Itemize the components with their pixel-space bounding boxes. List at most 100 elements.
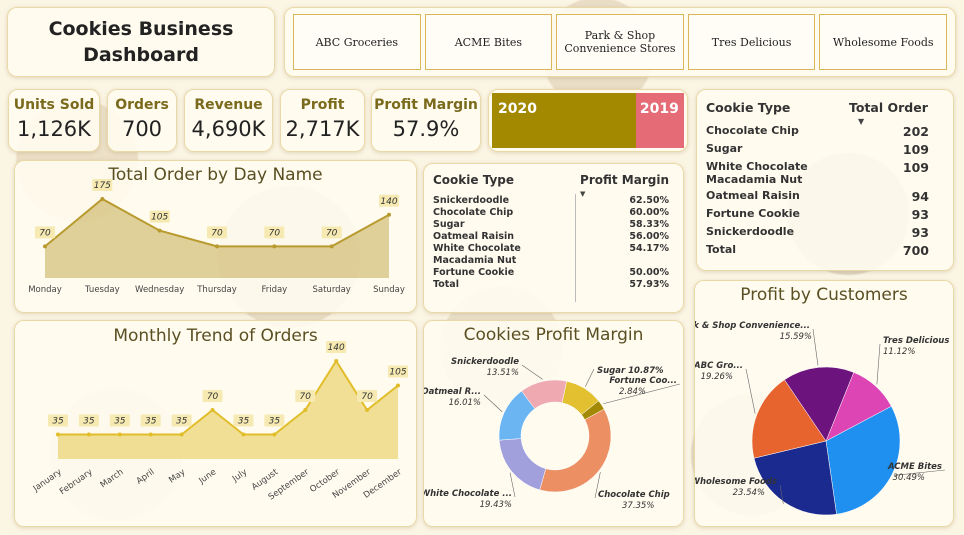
slice-label: Wholesome Foods23.54%: [695, 477, 777, 498]
order-row[interactable]: White Chocolate Macadamia Nut 109: [706, 159, 929, 188]
customer-button-wholesome-foods[interactable]: Wholesome Foods: [819, 14, 947, 70]
cookie-type-cell: Chocolate Chip: [706, 124, 799, 137]
pie-slice[interactable]: [498, 438, 547, 491]
margin-row[interactable]: Oatmeal Raisin 56.00%: [433, 231, 669, 243]
data-label: 105: [149, 210, 170, 223]
year-button-2019[interactable]: 2019: [635, 93, 684, 148]
order-row[interactable]: Chocolate Chip 202: [706, 123, 929, 141]
leader-line: [812, 328, 819, 366]
kpi-label: Units Sold: [13, 96, 95, 113]
svg-text:70: 70: [269, 228, 281, 238]
svg-text:Sugar 10.87%: Sugar 10.87%: [597, 366, 664, 376]
slice-label: ACME Bites30.49%: [887, 462, 942, 483]
data-point[interactable]: [387, 212, 391, 217]
svg-text:Chocolate Chip: Chocolate Chip: [598, 490, 670, 500]
value-cell: 94: [911, 189, 929, 204]
svg-text:Tres Delicious: Tres Delicious: [883, 336, 949, 346]
data-point[interactable]: [303, 408, 308, 412]
data-point[interactable]: [100, 197, 105, 201]
order-row[interactable]: Fortune Cookie 93: [706, 206, 929, 224]
year-label: 2019: [639, 101, 679, 117]
x-tick-label: July: [230, 467, 249, 485]
customer-slicer: ABC Groceries ACME Bites Park & Shop Con…: [284, 7, 956, 77]
kpi-label: Profit: [300, 96, 345, 113]
svg-text:70: 70: [361, 392, 373, 402]
total-order-table: Cookie Type Total Order Chocolate Chip 20…: [696, 89, 954, 271]
cookie-type-cell: Snickerdoodle: [706, 225, 795, 238]
order-row[interactable]: Snickerdoodle 93: [706, 224, 929, 242]
data-point[interactable]: [396, 383, 400, 388]
order-row[interactable]: Oatmeal Raisin 94: [706, 188, 929, 206]
column-header-profit-margin[interactable]: Profit Margin: [574, 173, 669, 195]
svg-text:70: 70: [326, 228, 338, 238]
customer-button-acme-bites[interactable]: ACME Bites: [424, 14, 553, 70]
slice-label: Chocolate Chip37.35%: [598, 490, 670, 511]
data-point[interactable]: [365, 408, 370, 412]
data-point[interactable]: [86, 432, 91, 437]
day-chart-card: Total Order by Day Name 70 Monday 175 Tuesd…: [14, 160, 417, 313]
customer-button-park-shop[interactable]: Park & Shop Convenience Stores: [556, 14, 684, 70]
data-label: 35: [140, 414, 161, 427]
kpi-label: Profit Margin: [374, 96, 478, 113]
svg-text:175: 175: [94, 181, 111, 191]
data-point[interactable]: [148, 432, 153, 437]
margin-row[interactable]: White Chocolate Macadamia Nut 54.17%: [433, 243, 669, 267]
svg-text:105: 105: [389, 368, 406, 378]
value-cell: 58.33%: [629, 219, 669, 230]
svg-text:35: 35: [269, 417, 281, 427]
data-label: 35: [48, 414, 68, 427]
data-point[interactable]: [43, 244, 47, 249]
day-order-chart: 70 Monday 175 Tuesday 105 Wednesday 70 Thursday…: [28, 179, 405, 295]
leader-line: [745, 368, 756, 414]
svg-text:Park & Shop Convenience...: Park & Shop Convenience...: [695, 321, 810, 331]
order-row[interactable]: Total 700: [706, 242, 929, 260]
data-point[interactable]: [272, 432, 277, 437]
value-cell: 93: [911, 207, 929, 222]
data-point[interactable]: [272, 244, 277, 249]
pie-slice[interactable]: [539, 408, 612, 493]
svg-text:35: 35: [238, 417, 250, 427]
margin-row[interactable]: Chocolate Chip 60.00%: [433, 207, 669, 219]
data-label: 35: [78, 414, 99, 427]
data-label: 70: [295, 390, 316, 402]
customer-button-abc-groceries[interactable]: ABC Groceries: [293, 14, 421, 70]
sort-arrow-icon[interactable]: ▼: [858, 117, 864, 126]
margin-row[interactable]: Sugar 58.33%: [433, 219, 669, 231]
data-point[interactable]: [210, 408, 215, 412]
x-tick-label: Tuesday: [84, 285, 120, 295]
data-point[interactable]: [334, 359, 339, 363]
x-tick-label: February: [58, 467, 95, 497]
customer-button-tres-delicious[interactable]: Tres Delicious: [687, 14, 816, 70]
svg-text:16.01%: 16.01%: [449, 398, 481, 408]
svg-text:Fortune Coo...: Fortune Coo...: [609, 376, 677, 386]
data-label: 105: [388, 365, 408, 378]
data-point[interactable]: [241, 432, 246, 437]
svg-text:35: 35: [83, 417, 95, 427]
svg-text:35: 35: [145, 417, 157, 427]
year-button-2020[interactable]: 2020: [492, 93, 636, 148]
order-row[interactable]: Sugar 109: [706, 141, 929, 159]
kpi-label: Orders: [115, 96, 169, 113]
svg-text:37.35%: 37.35%: [622, 501, 654, 511]
order-table: Cookie Type Total Order Chocolate Chip 20…: [706, 100, 929, 260]
value-cell: 62.50%: [629, 195, 669, 206]
margin-row[interactable]: Snickerdoodle 62.50%: [433, 195, 669, 207]
data-point[interactable]: [329, 244, 334, 249]
cookie-type-cell: Oatmeal Raisin: [433, 231, 515, 242]
value-cell: 109: [902, 160, 929, 175]
svg-text:70: 70: [207, 392, 219, 402]
margin-row[interactable]: Total 57.93%: [433, 279, 669, 291]
data-point[interactable]: [179, 432, 184, 437]
data-point[interactable]: [56, 432, 60, 437]
svg-text:White Chocolate ...: White Chocolate ...: [424, 489, 512, 499]
x-tick-label: May: [167, 467, 187, 485]
kpi-revenue: Revenue 4,690K: [184, 89, 273, 152]
cookie-type-cell: White Chocolate Macadamia Nut: [706, 160, 808, 186]
data-point[interactable]: [117, 432, 122, 437]
column-header-cookie-type[interactable]: Cookie Type: [433, 173, 574, 195]
sort-arrow-icon[interactable]: ▼: [580, 190, 585, 198]
data-point[interactable]: [215, 244, 219, 249]
margin-row[interactable]: Fortune Cookie 50.00%: [433, 267, 669, 279]
data-point[interactable]: [157, 228, 162, 233]
column-header-cookie-type[interactable]: Cookie Type: [706, 100, 849, 123]
